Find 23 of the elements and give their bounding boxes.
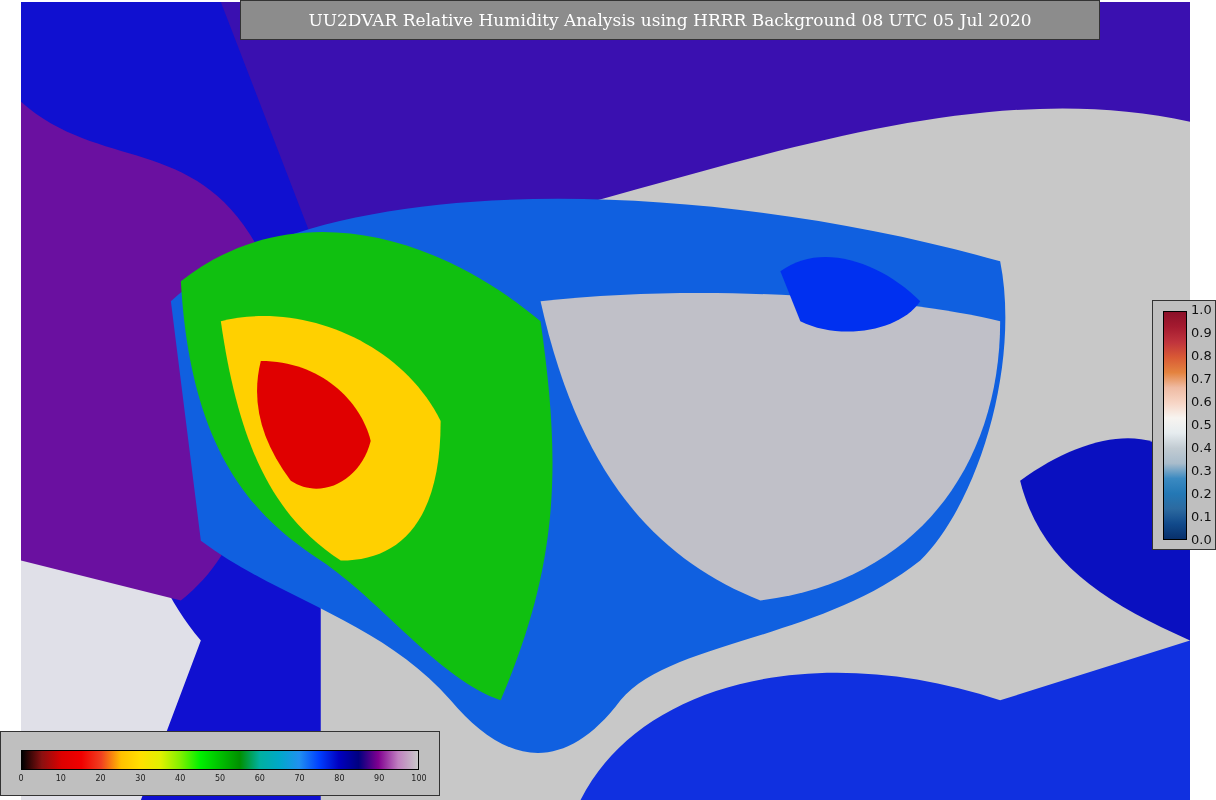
tick-label: 80 (334, 774, 345, 783)
tick-label: 20 (95, 774, 106, 783)
tick-label: 0.2 (1191, 486, 1212, 502)
tick-label: 10 (55, 774, 66, 783)
tick-label: 0 (18, 774, 24, 783)
tick-label: 90 (374, 774, 385, 783)
tick-label: 40 (175, 774, 186, 783)
tick-label: 0.6 (1191, 394, 1212, 410)
tick-label: 0.9 (1191, 325, 1212, 341)
tick-label: 60 (254, 774, 265, 783)
tick-label: 100 (411, 774, 427, 783)
tick-label: 0.1 (1191, 509, 1212, 525)
chart-title: UU2DVAR Relative Humidity Analysis using HRRR Background 08 UTC 05 Jul 2020 (240, 0, 1100, 40)
tick-label: 30 (135, 774, 146, 783)
tick-label: 1.0 (1191, 302, 1212, 318)
tick-label: 0.4 (1191, 440, 1212, 456)
tick-label: 0.5 (1191, 417, 1212, 433)
tick-label: 0.8 (1191, 348, 1212, 364)
tick-label: 0.0 (1191, 532, 1212, 548)
tick-label: 70 (294, 774, 305, 783)
tick-label: 0.7 (1191, 371, 1212, 387)
tick-label: 0.3 (1191, 463, 1212, 479)
tick-label: 50 (214, 774, 226, 783)
